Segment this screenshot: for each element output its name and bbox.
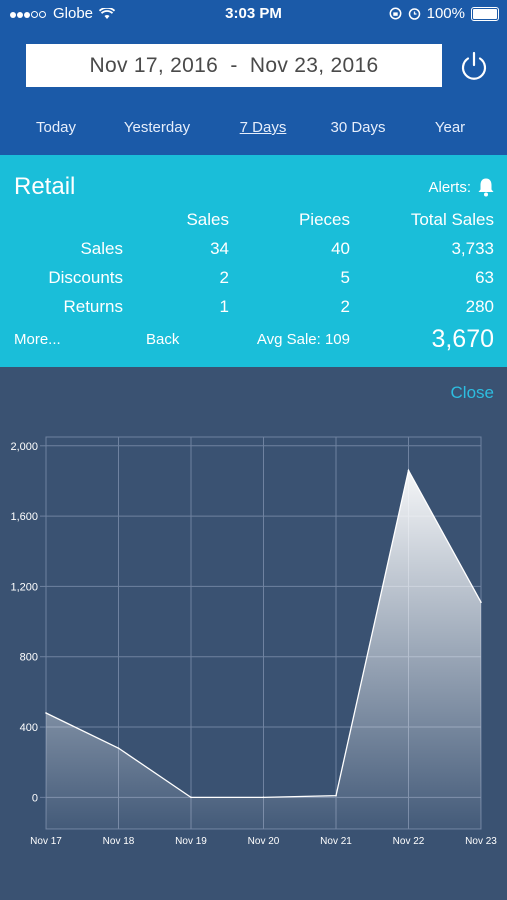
column-header-sales: Sales (186, 210, 229, 229)
discounts-total: 63 (475, 268, 494, 287)
data-point (407, 469, 410, 472)
chart-panel: Close 0 400 800 1,200 1,600 2,000 Nov 17 Nov 1… (0, 367, 507, 900)
data-point (335, 794, 337, 797)
data-point (190, 796, 192, 799)
y-tick-label: 1,600 (10, 511, 38, 523)
sales-area-chart: 0 400 800 1,200 1,600 2,000 Nov 17 Nov 18 Nov 1… (10, 436, 497, 847)
header: Globe 3:03 PM 100% Nov 17, 2016 - Nov 23… (0, 0, 507, 155)
date-range-field[interactable]: Nov 17, 2016 - Nov 23, 2016 (26, 44, 442, 87)
y-tick-label: 1,200 (10, 581, 38, 593)
tab-today[interactable]: Today (36, 119, 76, 136)
data-point (117, 747, 120, 749)
row-label-discounts: Discounts (48, 268, 123, 287)
column-header-pieces: Pieces (298, 210, 350, 229)
sales-total: 3,733 (451, 239, 494, 258)
alerts-label: Alerts: (428, 178, 471, 196)
y-tick-label: 0 (32, 792, 38, 804)
tab-year[interactable]: Year (435, 119, 465, 136)
x-tick-label: Nov 22 (393, 836, 425, 847)
returns-count: 1 (219, 297, 229, 316)
panel-title: Retail (14, 173, 76, 200)
avg-sale: Avg Sale: 109 (256, 331, 350, 348)
period-tabs: Today Yesterday 7 Days 30 Days Year (0, 110, 507, 146)
tab-30-days[interactable]: 30 Days (330, 119, 385, 136)
sales-pieces: 40 (331, 239, 350, 258)
alerts-toggle[interactable]: Alerts: (428, 177, 495, 197)
x-tick-label: Nov 23 (465, 836, 497, 847)
back-link[interactable]: Back (146, 331, 179, 348)
status-bar: Globe 3:03 PM 100% (0, 0, 507, 28)
power-icon[interactable] (458, 50, 490, 82)
alarm-icon (408, 8, 420, 20)
tab-7-days[interactable]: 7 Days (240, 119, 287, 136)
rotation-lock-icon (389, 7, 402, 20)
x-tick-label: Nov 17 (30, 836, 62, 847)
row-label-returns: Returns (63, 297, 123, 316)
summary-panel: Retail Alerts: Sales Pieces Total Sales … (0, 155, 507, 367)
data-point (262, 796, 265, 799)
y-tick-label: 400 (20, 722, 38, 734)
net-total: 3,670 (431, 325, 494, 353)
data-point (45, 712, 47, 714)
x-tick-label: Nov 21 (320, 836, 352, 847)
x-tick-label: Nov 18 (103, 836, 135, 847)
column-header-total-sales: Total Sales (410, 210, 494, 229)
y-tick-label: 800 (20, 652, 38, 664)
bell-icon (478, 178, 494, 197)
returns-total: 280 (465, 297, 494, 316)
battery-icon (471, 6, 499, 21)
y-tick-label: 2,000 (10, 441, 38, 453)
battery-percent: 100% (426, 5, 465, 22)
date-range-text: Nov 17, 2016 - Nov 23, 2016 (89, 53, 379, 77)
more-link[interactable]: More... (14, 331, 61, 348)
discounts-count: 2 (219, 268, 229, 287)
discounts-pieces: 5 (340, 268, 350, 287)
tab-yesterday[interactable]: Yesterday (124, 119, 190, 136)
x-tick-label: Nov 19 (175, 836, 207, 847)
sales-count: 34 (210, 239, 229, 258)
row-label-sales: Sales (80, 239, 123, 258)
x-tick-label: Nov 20 (248, 836, 280, 847)
data-point (480, 601, 482, 604)
returns-pieces: 2 (340, 297, 350, 316)
